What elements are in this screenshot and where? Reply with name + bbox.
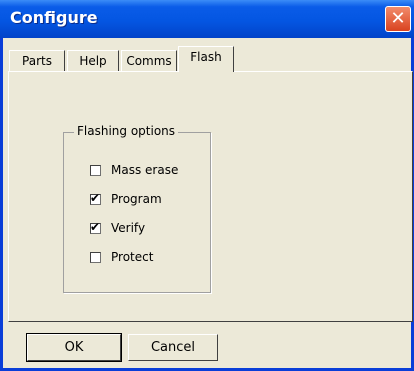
tab-parts-label: Parts (22, 54, 52, 68)
checkbox-label: Protect (111, 250, 154, 264)
checkbox-box (90, 251, 101, 263)
tab-comms-label: Comms (126, 54, 172, 68)
cancel-button[interactable]: Cancel (128, 334, 218, 361)
close-icon[interactable]: ✕ (385, 6, 411, 32)
window-title: Configure (10, 8, 98, 27)
checkbox-box (90, 164, 101, 176)
title-bar[interactable]: Configure ✕ (0, 0, 414, 38)
tab-help-label: Help (79, 54, 107, 68)
checkbox-label: Mass erase (111, 163, 179, 177)
checkbox-box: ✔ (90, 190, 101, 205)
tab-help[interactable]: Help (67, 50, 119, 72)
program-checkbox[interactable]: ✔ Program (90, 190, 162, 206)
mass-erase-checkbox[interactable]: Mass erase (90, 163, 178, 177)
tab-panel-flash: Flashing options Mass erase ✔ Program ✔ … (8, 71, 413, 322)
tab-parts[interactable]: Parts (9, 50, 65, 72)
checkbox-label: Program (111, 192, 162, 206)
tab-flash[interactable]: Flash (178, 46, 234, 72)
configure-dialog: Configure ✕ Parts Help Comms Flash Flash… (0, 0, 414, 371)
checkbox-label: Verify (111, 221, 146, 235)
ok-button[interactable]: OK (26, 333, 122, 362)
protect-checkbox[interactable]: Protect (90, 250, 153, 264)
tab-flash-label: Flash (190, 50, 222, 64)
group-title: Flashing options (74, 124, 179, 138)
check-icon: ✔ (90, 190, 101, 205)
check-icon: ✔ (90, 219, 101, 234)
checkbox-box: ✔ (90, 219, 101, 234)
tab-comms[interactable]: Comms (121, 50, 177, 72)
flashing-options-group: Flashing options Mass erase ✔ Program ✔ … (63, 124, 211, 293)
verify-checkbox[interactable]: ✔ Verify (90, 219, 146, 235)
